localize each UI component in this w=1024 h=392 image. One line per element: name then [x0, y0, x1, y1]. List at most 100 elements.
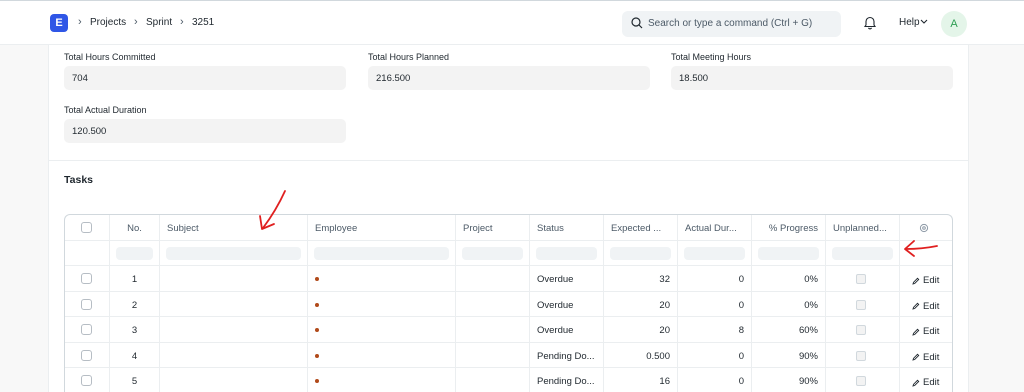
table-row[interactable]: 5 Pending Do... 16 0 90% Edit	[65, 368, 952, 392]
total-hours-planned-field[interactable]: 216.500	[368, 66, 650, 90]
row-employee-cell[interactable]	[308, 342, 456, 367]
edit-button[interactable]: Edit	[912, 301, 939, 312]
table-row[interactable]: 4 Pending Do... 0.500 0 90% Edit	[65, 342, 952, 368]
app-logo[interactable]: E	[50, 14, 68, 32]
total-hours-planned-label: Total Hours Planned	[368, 52, 450, 62]
unplanned-checkbox[interactable]	[856, 350, 866, 361]
row-expected-cell[interactable]: 20	[604, 317, 678, 342]
row-subject-cell[interactable]	[160, 291, 308, 316]
unplanned-checkbox[interactable]	[856, 376, 866, 386]
row-expected-cell[interactable]: 16	[604, 368, 678, 392]
total-actual-duration-field[interactable]: 120.500	[64, 119, 346, 143]
row-edit-cell[interactable]: Edit	[900, 292, 952, 317]
filter-project[interactable]	[456, 241, 530, 265]
filter-subject[interactable]	[160, 241, 308, 265]
filter-actual-duration[interactable]	[678, 241, 752, 265]
row-employee-cell[interactable]	[308, 317, 456, 342]
row-progress-cell[interactable]: 0%	[752, 291, 826, 316]
row-progress-cell[interactable]: 0%	[752, 266, 826, 291]
filter-no[interactable]	[110, 241, 160, 265]
row-actual-cell[interactable]: 8	[678, 317, 752, 342]
row-actual-cell[interactable]: 0	[678, 342, 752, 367]
filter-employee[interactable]	[308, 241, 456, 265]
row-project-cell[interactable]	[456, 291, 530, 316]
row-actual-cell[interactable]: 0	[678, 368, 752, 392]
col-header-expected[interactable]: Expected ...	[604, 215, 678, 240]
search-bar[interactable]: Search or type a command (Ctrl + G)	[622, 11, 841, 37]
pencil-icon	[912, 328, 920, 336]
row-subject-cell[interactable]	[160, 266, 308, 291]
row-expected-cell[interactable]: 20	[604, 291, 678, 316]
filter-status[interactable]	[530, 241, 604, 265]
row-status-cell[interactable]: Overdue	[530, 317, 604, 342]
total-meeting-hours-field[interactable]: 18.500	[671, 66, 953, 90]
row-actual-cell[interactable]: 0	[678, 266, 752, 291]
col-header-progress[interactable]: % Progress	[752, 215, 826, 240]
row-employee-cell[interactable]	[308, 368, 456, 392]
col-header-no[interactable]: No.	[110, 215, 160, 240]
edit-button[interactable]: Edit	[912, 275, 939, 286]
row-checkbox[interactable]	[81, 298, 92, 310]
row-subject-cell[interactable]	[160, 317, 308, 342]
row-edit-cell[interactable]: Edit	[900, 343, 952, 368]
unplanned-checkbox[interactable]	[856, 325, 866, 335]
avatar[interactable]: A	[941, 11, 967, 37]
total-hours-committed-field[interactable]: 704	[64, 66, 346, 90]
gear-icon[interactable]	[919, 223, 929, 233]
breadcrumb-projects[interactable]: Projects	[90, 17, 126, 28]
edit-button[interactable]: Edit	[912, 377, 939, 388]
row-status-cell[interactable]: Pending Do...	[530, 342, 604, 367]
row-progress-cell[interactable]: 60%	[752, 317, 826, 342]
chevron-down-icon[interactable]	[920, 19, 928, 25]
row-project-cell[interactable]	[456, 342, 530, 367]
row-status-cell[interactable]: Pending Do...	[530, 368, 604, 392]
select-all-checkbox[interactable]	[81, 222, 92, 233]
col-header-unplanned[interactable]: Unplanned...	[826, 215, 900, 240]
filter-unplanned[interactable]	[826, 241, 900, 265]
table-row[interactable]: 3 Overdue 20 8 60% Edit	[65, 317, 952, 343]
col-header-status[interactable]: Status	[530, 215, 604, 240]
bell-icon[interactable]	[863, 15, 877, 30]
col-header-employee[interactable]: Employee	[308, 215, 456, 240]
unplanned-checkbox[interactable]	[856, 274, 866, 284]
pencil-icon	[912, 353, 920, 361]
row-employee-cell[interactable]	[308, 291, 456, 316]
row-edit-cell[interactable]: Edit	[900, 368, 952, 392]
col-header-project[interactable]: Project	[456, 215, 530, 240]
edit-button[interactable]: Edit	[912, 326, 939, 337]
row-edit-cell[interactable]: Edit	[900, 266, 952, 291]
filter-progress[interactable]	[752, 241, 826, 265]
row-actual-cell[interactable]: 0	[678, 291, 752, 316]
row-checkbox[interactable]	[81, 273, 92, 284]
edit-button[interactable]: Edit	[912, 352, 939, 363]
row-employee-cell[interactable]	[308, 266, 456, 291]
row-progress-cell[interactable]: 90%	[752, 342, 826, 367]
row-unplanned-cell[interactable]	[826, 368, 900, 392]
row-checkbox[interactable]	[81, 375, 92, 386]
row-unplanned-cell[interactable]	[826, 266, 900, 291]
breadcrumb-current[interactable]: 3251	[192, 17, 214, 28]
unplanned-checkbox[interactable]	[856, 299, 866, 310]
row-checkbox[interactable]	[81, 349, 92, 361]
table-row[interactable]: 2 Overdue 20 0 0% Edit	[65, 291, 952, 317]
row-expected-cell[interactable]: 0.500	[604, 342, 678, 367]
row-unplanned-cell[interactable]	[826, 317, 900, 342]
breadcrumb-sprint[interactable]: Sprint	[146, 17, 172, 28]
row-edit-cell[interactable]: Edit	[900, 317, 952, 342]
row-unplanned-cell[interactable]	[826, 342, 900, 367]
help-menu[interactable]: Help	[899, 17, 920, 28]
row-project-cell[interactable]	[456, 368, 530, 392]
row-subject-cell[interactable]	[160, 368, 308, 392]
row-progress-cell[interactable]: 90%	[752, 368, 826, 392]
filter-expected[interactable]	[604, 241, 678, 265]
row-project-cell[interactable]	[456, 266, 530, 291]
row-checkbox[interactable]	[81, 324, 92, 335]
row-expected-cell[interactable]: 32	[604, 266, 678, 291]
row-subject-cell[interactable]	[160, 342, 308, 367]
row-status-cell[interactable]: Overdue	[530, 291, 604, 316]
row-status-cell[interactable]: Overdue	[530, 266, 604, 291]
col-header-actual-duration[interactable]: Actual Dur...	[678, 215, 752, 240]
row-project-cell[interactable]	[456, 317, 530, 342]
row-unplanned-cell[interactable]	[826, 291, 900, 316]
table-row[interactable]: 1 Overdue 32 0 0% Edit	[65, 266, 952, 292]
